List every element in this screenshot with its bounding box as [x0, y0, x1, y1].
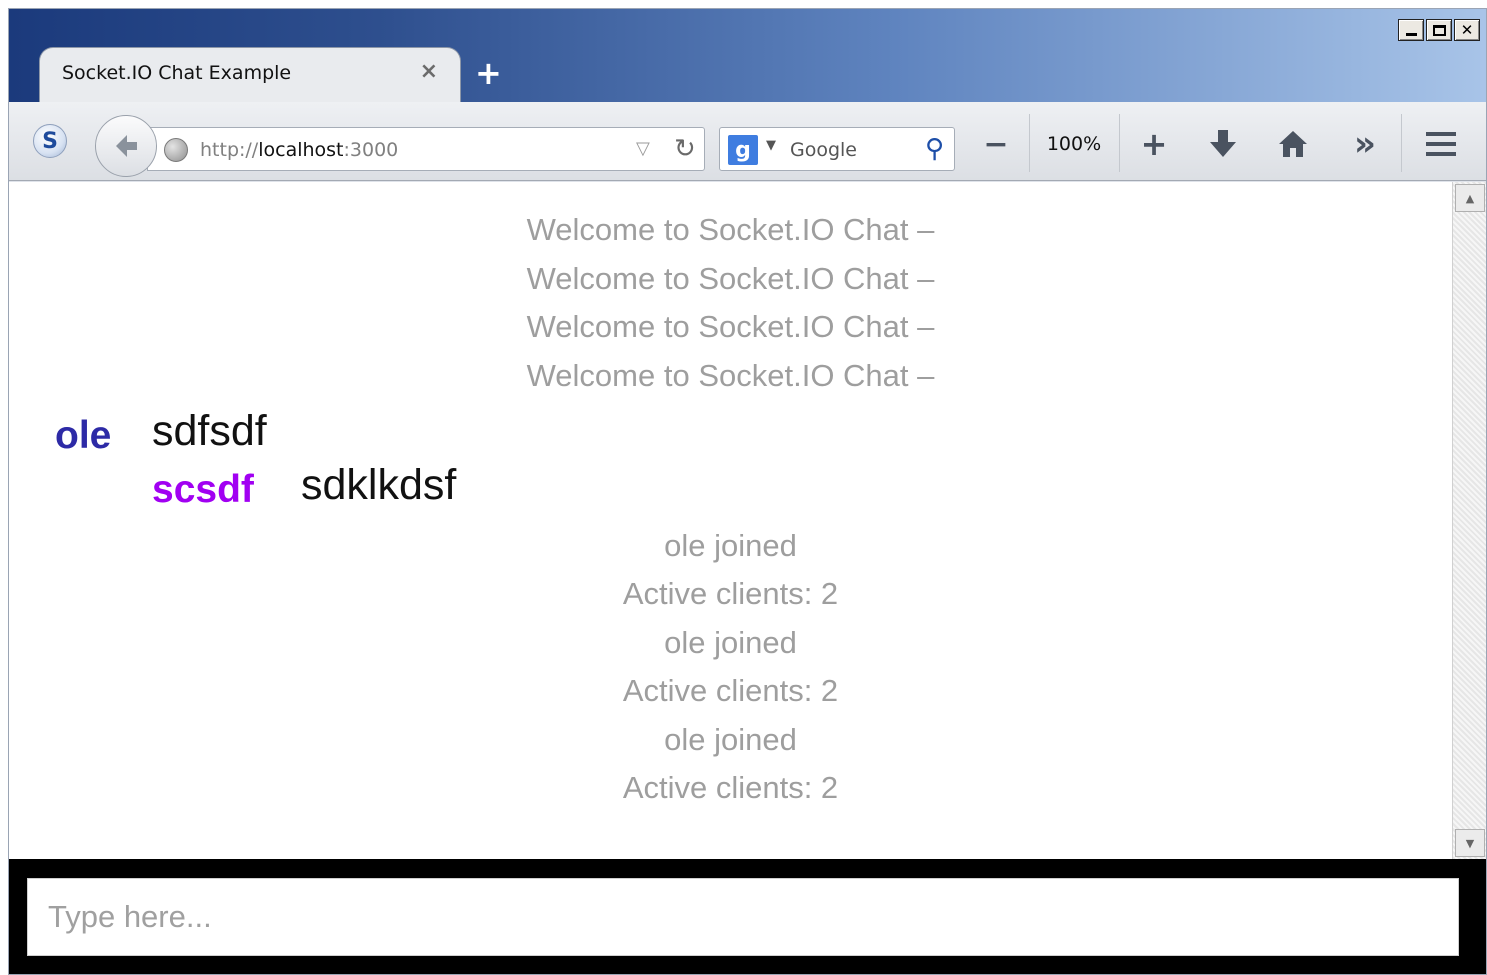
welcome-message: Welcome to Socket.IO Chat – — [526, 309, 935, 344]
window-controls: ✕ — [1398, 19, 1480, 41]
home-button[interactable] — [1275, 124, 1311, 164]
maximize-icon — [1432, 24, 1446, 36]
message-username: ole — [55, 414, 112, 457]
toolbar-separator — [1119, 114, 1120, 172]
chat-input-area — [9, 859, 1486, 974]
search-input[interactable]: Google — [790, 139, 857, 161]
title-bar: ✕ Socket.IO Chat Example × + — [9, 9, 1486, 103]
tab-close-icon[interactable]: × — [420, 59, 438, 84]
toolbar-separator — [1029, 114, 1030, 172]
search-icon[interactable]: ⚲ — [925, 134, 944, 164]
search-bar[interactable]: g ▼ Google ⚲ — [719, 127, 955, 171]
log-entry: Active clients: 2 — [622, 576, 839, 611]
scroll-down-icon[interactable]: ▼ — [1455, 829, 1485, 857]
browser-window: ✕ Socket.IO Chat Example × + S http://lo… — [8, 8, 1487, 975]
welcome-message: Welcome to Socket.IO Chat – — [526, 261, 935, 296]
url-host: localhost — [258, 139, 344, 161]
maximize-button[interactable] — [1426, 19, 1452, 41]
menu-button[interactable] — [1423, 124, 1459, 164]
menu-icon — [1426, 132, 1456, 156]
minimize-icon — [1405, 33, 1417, 36]
url-scheme: http:// — [200, 139, 259, 161]
log-entry: Active clients: 2 — [622, 673, 839, 708]
home-icon — [1279, 131, 1307, 157]
downloads-button[interactable] — [1205, 124, 1241, 164]
log-entry: ole joined — [664, 722, 797, 757]
log-entry: Active clients: 2 — [622, 770, 839, 805]
download-icon — [1210, 130, 1236, 157]
page-content: Welcome to Socket.IO Chat – Welcome to S… — [9, 182, 1452, 859]
toolbar-separator — [1401, 114, 1402, 172]
message-username: scsdf — [152, 468, 254, 511]
nav-toolbar: S http://localhost:3000 ▽ ↻ g ▼ Google ⚲… — [9, 102, 1486, 181]
message-body: sdklkdsf — [301, 461, 457, 509]
scroll-up-icon[interactable]: ▲ — [1455, 184, 1485, 212]
skype-icon[interactable]: S — [33, 124, 67, 158]
tab-socket-io-chat[interactable]: Socket.IO Chat Example × — [39, 47, 461, 103]
dropmarker-icon[interactable]: ▽ — [636, 138, 650, 159]
log-entry: ole joined — [664, 625, 797, 660]
zoom-out-button[interactable]: − — [981, 124, 1011, 164]
new-tab-button[interactable]: + — [475, 57, 502, 89]
url-port: :3000 — [343, 139, 399, 161]
url-text[interactable]: http://localhost:3000 — [200, 139, 398, 161]
close-window-button[interactable]: ✕ — [1454, 19, 1480, 41]
minimize-button[interactable] — [1398, 19, 1424, 41]
chat-message-input[interactable] — [27, 878, 1459, 956]
overflow-button[interactable]: » — [1347, 124, 1383, 164]
zoom-in-button[interactable]: + — [1139, 124, 1169, 164]
welcome-message: Welcome to Socket.IO Chat – — [526, 358, 935, 393]
welcome-message: Welcome to Socket.IO Chat – — [526, 212, 935, 247]
log-entry: ole joined — [664, 528, 797, 563]
zoom-level[interactable]: 100% — [1039, 124, 1109, 164]
reload-icon[interactable]: ↻ — [674, 134, 696, 164]
message-body: sdfsdf — [152, 407, 267, 455]
back-arrow-icon — [116, 135, 137, 157]
globe-icon — [164, 138, 188, 162]
google-logo[interactable]: g — [728, 135, 758, 165]
vertical-scrollbar[interactable]: ▲ ▼ — [1452, 182, 1486, 859]
back-button[interactable] — [95, 115, 157, 177]
search-engine-dropdown-icon[interactable]: ▼ — [766, 138, 776, 153]
tab-title: Socket.IO Chat Example — [62, 62, 292, 84]
url-bar[interactable]: http://localhost:3000 ▽ ↻ — [147, 127, 705, 171]
